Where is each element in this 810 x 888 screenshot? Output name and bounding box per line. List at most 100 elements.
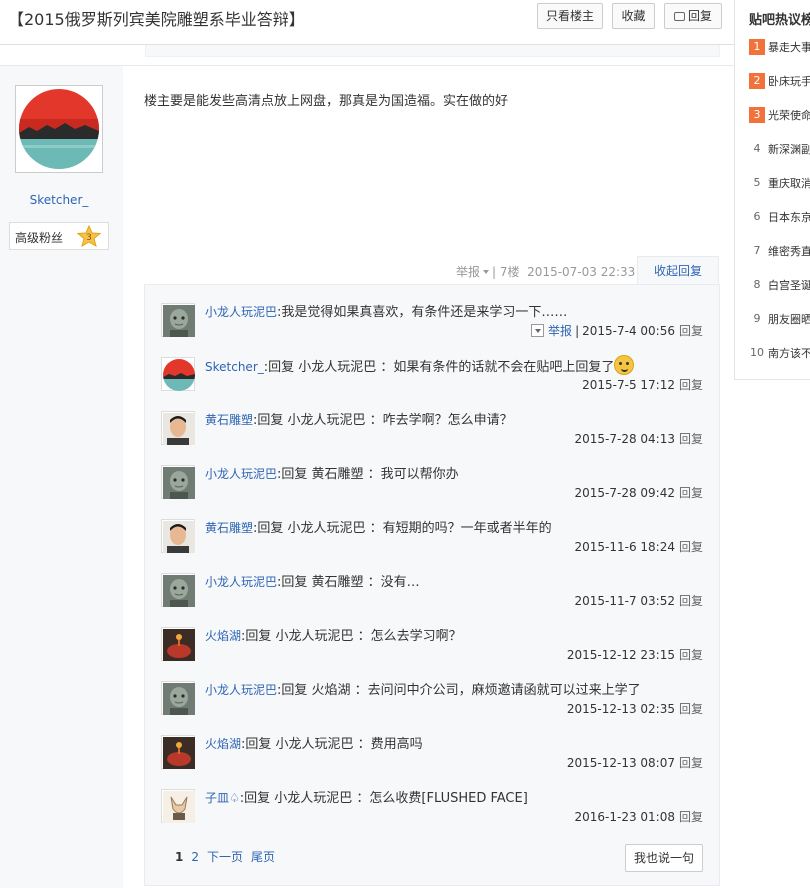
sub-reply-reply-link[interactable]: 回复 [679, 324, 703, 338]
sub-reply-item: 小龙人玩泥巴:我是觉得如果真喜欢，有条件还是来学习一下…… 举报 | 2015-7-4… [145, 299, 719, 353]
sub-reply-avatar[interactable] [161, 789, 195, 823]
sub-reply-avatar[interactable] [161, 681, 195, 715]
hot-topic-item[interactable]: 1暴走大事件 [749, 39, 810, 59]
hot-topic-label: 朋友圈晒 [768, 313, 810, 326]
sub-reply-text: Sketcher_:回复 小龙人玩泥巴 ：如果有条件的话就不会在贴吧上回复了 [205, 355, 635, 375]
smile-emoji-icon [614, 355, 635, 375]
hot-topic-item[interactable]: 2卧床玩手机 [749, 73, 810, 93]
sub-reply-meta: 2015-12-13 02:35 回复 [567, 700, 703, 717]
reply-button[interactable]: 回复 [664, 3, 722, 29]
only-op-button[interactable]: 只看楼主 [537, 3, 603, 29]
sub-reply-username[interactable]: 火焰湖 [205, 737, 241, 751]
previous-post-tail [145, 45, 720, 57]
sub-reply-username[interactable]: Sketcher_ [205, 360, 264, 374]
caret-down-icon[interactable] [483, 270, 490, 274]
sub-reply-meta: 举报 | 2015-7-4 00:56 回复 [531, 322, 703, 339]
sub-reply-text: 黄石雕塑:回复 小龙人玩泥巴 ：咋去学啊？怎么申请？ [205, 409, 513, 428]
sub-reply-body: 回复 黄石雕塑 ：我可以帮你办 [281, 467, 459, 482]
sub-reply-avatar[interactable] [161, 573, 195, 607]
sub-reply-reply-link[interactable]: 回复 [679, 432, 703, 446]
sub-reply-text: 小龙人玩泥巴:回复 黄石雕塑 ：没有… [205, 571, 420, 590]
sub-reply-reply-link[interactable]: 回复 [679, 540, 703, 554]
man-portrait-avatar-icon [163, 521, 195, 553]
sub-reply-item: 火焰湖:回复 小龙人玩泥巴 ：怎么去学习啊？ 2015-12-12 23:15 回复 [145, 623, 719, 677]
sub-reply-username[interactable]: 黄石雕塑 [205, 521, 253, 535]
hot-topic-item[interactable]: 8 白宫圣诞 [749, 277, 810, 297]
sub-reply-meta: 2015-7-28 09:42 回复 [574, 484, 703, 501]
sub-reply-time: 2015-7-28 09:42 [574, 486, 675, 500]
dropdown-icon[interactable] [531, 324, 545, 337]
hot-topic-item[interactable]: 9 朋友圈晒 [749, 311, 810, 331]
hot-topic-rank: 9 [753, 312, 761, 325]
report-link[interactable]: 举报 [456, 265, 480, 279]
hot-topic-item[interactable]: 3 光荣使命 [749, 107, 810, 127]
favorite-button[interactable]: 收藏 [612, 3, 655, 29]
sub-reply-avatar[interactable] [161, 357, 195, 391]
hot-topic-item[interactable]: 7 维密秀直播 [749, 243, 810, 263]
author-name[interactable]: Sketcher_ [0, 193, 118, 207]
hot-topic-item[interactable]: 5 重庆取消 [749, 175, 810, 195]
sub-reply-meta: 2015-7-5 17:12 回复 [582, 376, 703, 393]
sub-reply-text: 火焰湖:回复 小龙人玩泥巴 ：费用高吗 [205, 733, 423, 752]
sub-reply-text: 火焰湖:回复 小龙人玩泥巴 ：怎么去学习啊？ [205, 625, 462, 644]
sub-reply-body: 回复 小龙人玩泥巴 ：怎么收费[FLUSHED FACE] [244, 791, 528, 806]
sub-reply-username[interactable]: 小龙人玩泥巴 [205, 575, 277, 589]
sub-reply-avatar[interactable] [161, 411, 195, 445]
hot-topic-rank: 3 [749, 107, 765, 123]
fox-drawing-avatar-icon [163, 791, 195, 823]
pager-next-page[interactable]: 下一页 [207, 850, 243, 864]
collapse-replies-button[interactable]: 收起回复 [637, 256, 719, 285]
sub-reply-avatar[interactable] [161, 303, 195, 337]
hot-topic-item[interactable]: 6 日本东京 [749, 209, 810, 229]
sub-reply-item: 黄石雕塑:回复 小龙人玩泥巴 ：咋去学啊？怎么申请？ 2015-7-28 04:1… [145, 407, 719, 461]
hot-topic-label: 日本东京 [768, 211, 810, 224]
sub-reply-item: 小龙人玩泥巴:回复 黄石雕塑 ：没有… 2015-11-7 03:52 回复 [145, 569, 719, 623]
sub-reply-reply-link[interactable]: 回复 [679, 756, 703, 770]
sub-reply-meta: 2015-12-12 23:15 回复 [567, 646, 703, 663]
sub-reply-meta: 2015-12-13 08:07 回复 [567, 754, 703, 771]
sub-reply-body: 回复 小龙人玩泥巴 ：怎么去学习啊？ [245, 629, 462, 644]
hot-topic-item[interactable]: 10 南方该不该 [749, 345, 810, 365]
sub-reply-item: 火焰湖:回复 小龙人玩泥巴 ：费用高吗 2015-12-13 08:07 回复 [145, 731, 719, 785]
sub-reply-username[interactable]: 黄石雕塑 [205, 413, 253, 427]
sub-reply-username[interactable]: 小龙人玩泥巴 [205, 305, 277, 319]
sub-reply-username[interactable]: 火焰湖 [205, 629, 241, 643]
red-creature-avatar-icon [163, 737, 195, 769]
hot-topic-rank: 5 [753, 176, 761, 189]
hot-topic-item[interactable]: 4 新深渊副本 [749, 141, 810, 161]
sub-reply-reply-link[interactable]: 回复 [679, 648, 703, 662]
sub-reply-reply-link[interactable]: 回复 [679, 702, 703, 716]
pager-last-page[interactable]: 尾页 [251, 850, 275, 864]
sub-reply-item: 子皿♤:回复 小龙人玩泥巴 ：怎么收费[FLUSHED FACE] 2016-1-… [145, 785, 719, 839]
sub-reply-reply-link[interactable]: 回复 [679, 810, 703, 824]
sub-reply-body: 我是觉得如果真喜欢，有条件还是来学习一下…… [281, 305, 568, 320]
sub-reply-username[interactable]: 小龙人玩泥巴 [205, 467, 277, 481]
sub-reply-avatar[interactable] [161, 519, 195, 553]
add-comment-button[interactable]: 我也说一句 [625, 844, 703, 872]
sub-reply-time: 2015-12-12 23:15 [566, 648, 675, 662]
sub-reply-body: 回复 小龙人玩泥巴 ：有短期的吗？一年或者半年的 [257, 521, 552, 536]
pager-page-2[interactable]: 2 [191, 850, 199, 864]
sub-reply-username[interactable]: 小龙人玩泥巴 [205, 683, 277, 697]
sub-reply-list: 小龙人玩泥巴:我是觉得如果真喜欢，有条件还是来学习一下…… 举报 | 2015-7-4… [144, 284, 720, 886]
sub-reply-avatar[interactable] [161, 735, 195, 769]
sub-reply-report-link[interactable]: 举报 [548, 324, 572, 338]
fan-level-label: 高级粉丝 [15, 231, 64, 245]
sub-reply-item: 小龙人玩泥巴:回复 火焰湖 ：去问问中介公司，麻烦邀请函就可以过来上学了 2015… [145, 677, 719, 731]
sub-reply-reply-link[interactable]: 回复 [679, 378, 703, 392]
star-level-icon: 3 [77, 225, 101, 247]
sub-reply-text: 小龙人玩泥巴:回复 火焰湖 ：去问问中介公司，麻烦邀请函就可以过来上学了 [205, 679, 641, 698]
fan-level-badge[interactable]: 高级粉丝 3 [9, 222, 109, 250]
author-avatar[interactable] [15, 85, 103, 173]
sub-reply-avatar[interactable] [161, 465, 195, 499]
sub-reply-avatar[interactable] [161, 627, 195, 661]
sub-reply-username[interactable]: 子皿♤ [205, 791, 240, 805]
sub-reply-body: 回复 黄石雕塑 ：没有… [281, 575, 420, 590]
sub-reply-reply-link[interactable]: 回复 [679, 594, 703, 608]
sub-reply-body: 回复 火焰湖 ：去问问中介公司，麻烦邀请函就可以过来上学了 [281, 683, 641, 698]
hot-topic-label: 维密秀直播 [768, 245, 810, 258]
sub-reply-text: 子皿♤:回复 小龙人玩泥巴 ：怎么收费[FLUSHED FACE] [205, 787, 528, 806]
sub-reply-time-separator: | [575, 324, 580, 338]
sub-reply-reply-link[interactable]: 回复 [679, 486, 703, 500]
clay-figure-avatar-icon [163, 683, 195, 715]
